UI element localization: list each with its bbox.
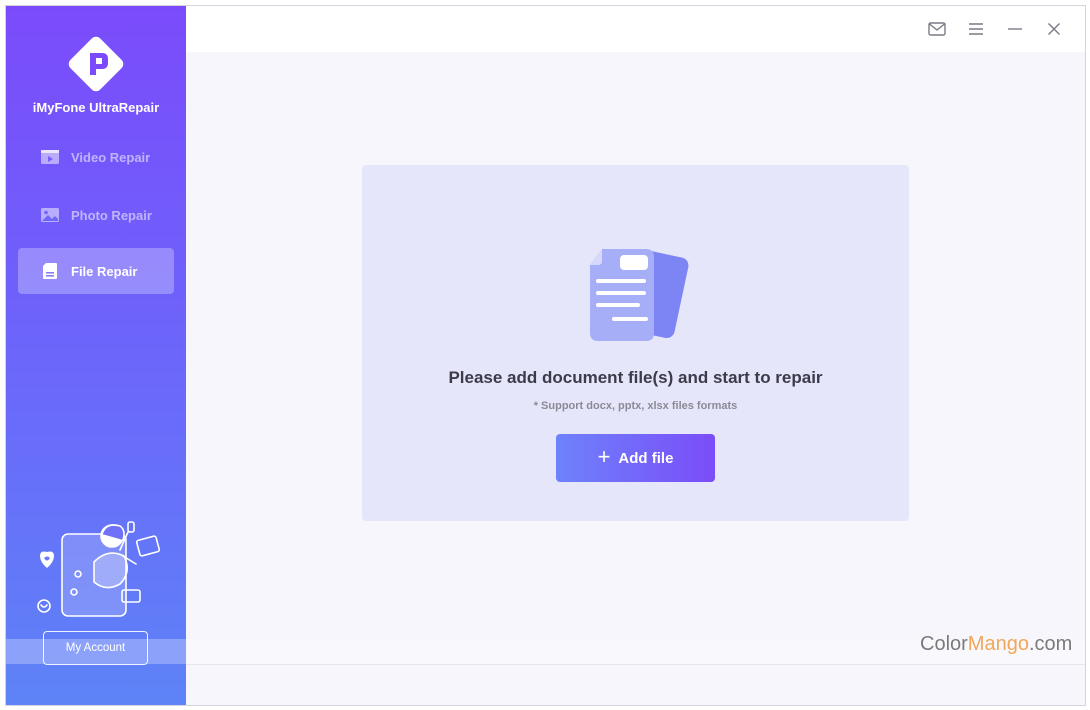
mail-icon[interactable] [926,18,948,40]
add-file-button[interactable]: + Add file [556,434,715,482]
sidebar-item-label: Video Repair [71,149,151,165]
app-window: iMyFone UltraRepair Video Repair Photo R… [5,5,1086,706]
menu-icon[interactable] [965,18,987,40]
plus-icon: + [597,444,611,469]
app-name: iMyFone UltraRepair [32,100,160,115]
file-drop-panel[interactable]: Please add document file(s) and start to… [362,165,909,521]
sidebar-item-video-repair[interactable]: Video Repair [18,134,174,180]
title-bar [186,6,1085,52]
sidebar-item-photo-repair[interactable]: Photo Repair [18,192,174,238]
my-account-button[interactable]: My Account [43,631,148,665]
watermark-part: Color [920,633,968,655]
prompt-title: Please add document file(s) and start to… [448,368,823,387]
video-icon [40,147,60,167]
close-icon[interactable] [1043,18,1065,40]
sidebar-item-label: File Repair [71,263,138,279]
supported-formats-note: * Support docx, pptx, xlsx files formats [533,400,738,412]
sidebar-item-file-repair[interactable]: File Repair [18,248,174,294]
mascot-illustration [28,512,168,620]
watermark: ColorMango.com [920,633,1072,656]
minimize-icon[interactable] [1004,18,1026,40]
document-icon [582,243,692,348]
sidebar: iMyFone UltraRepair Video Repair Photo R… [6,6,186,705]
bottom-area [186,664,1085,705]
file-icon [40,261,60,281]
photo-icon [40,205,60,225]
sidebar-item-label: Photo Repair [71,207,152,223]
add-file-label: Add file [618,449,674,467]
watermark-part: .com [1028,633,1073,655]
app-logo-icon [66,34,126,94]
watermark-part: Mango [967,633,1029,655]
